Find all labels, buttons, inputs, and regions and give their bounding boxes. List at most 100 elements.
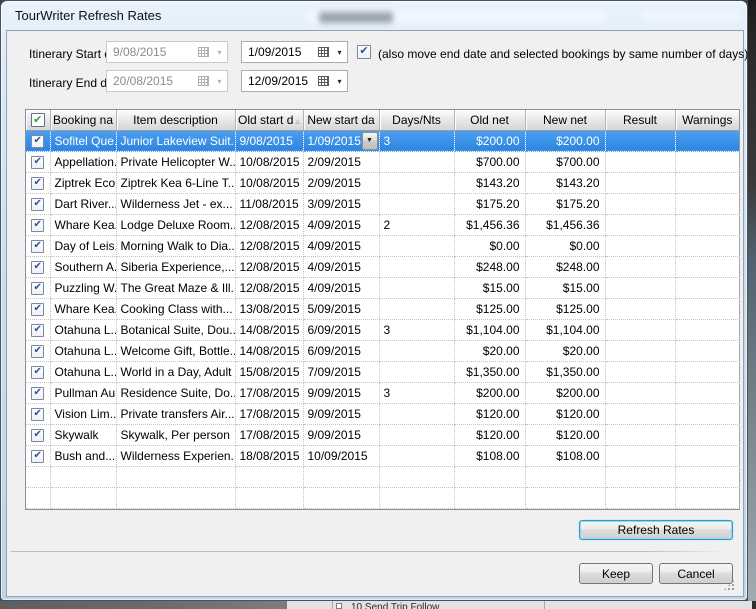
old-itinerary-end-picker: 20/08/2015 ▾ bbox=[106, 70, 228, 92]
cancel-button[interactable]: Cancel bbox=[659, 563, 733, 584]
new-start-date-cell[interactable]: 2/09/2015 bbox=[303, 172, 379, 193]
chevron-down-icon[interactable]: ▾ bbox=[332, 77, 347, 86]
row-select-cell[interactable]: ✔ bbox=[26, 298, 50, 319]
row-select-cell[interactable]: ✔ bbox=[26, 403, 50, 424]
title-bar[interactable]: TourWriter Refresh Rates bbox=[1, 1, 747, 30]
row-select-cell[interactable]: ✔ bbox=[26, 277, 50, 298]
refresh-rates-button[interactable]: Refresh Rates bbox=[579, 520, 733, 540]
row-select-cell[interactable]: ✔ bbox=[26, 340, 50, 361]
new-itinerary-start-value[interactable]: 1/09/2015 bbox=[242, 45, 315, 59]
table-row[interactable]: ✔Otahuna L...Botanical Suite, Dou...14/0… bbox=[26, 319, 739, 340]
column-header-new_net[interactable]: New net bbox=[525, 110, 605, 130]
table-row[interactable]: ✔Day of Leis...Morning Walk to Dia...12/… bbox=[26, 235, 739, 256]
table-row[interactable]: ✔Appellation...Private Helicopter W...10… bbox=[26, 151, 739, 172]
column-header-booking[interactable]: Booking na bbox=[50, 110, 116, 130]
new-start-date-cell[interactable]: 2/09/2015 bbox=[303, 151, 379, 172]
row-checkbox[interactable]: ✔ bbox=[31, 240, 44, 253]
chevron-down-icon[interactable]: ▾ bbox=[332, 48, 347, 57]
table-row[interactable]: ✔Otahuna L...World in a Day, Adult15/08/… bbox=[26, 361, 739, 382]
column-header-old_start[interactable]: Old start d▵ bbox=[235, 110, 303, 130]
row-checkbox[interactable]: ✔ bbox=[31, 282, 44, 295]
new-start-date-cell[interactable]: 5/09/2015 bbox=[303, 298, 379, 319]
new-start-date-cell[interactable]: 1/09/2015▼ bbox=[303, 130, 379, 151]
column-header-old_net[interactable]: Old net bbox=[454, 110, 525, 130]
table-row[interactable]: ✔Puzzling W...The Great Maze & Ill...12/… bbox=[26, 277, 739, 298]
column-header-new_start[interactable]: New start da bbox=[303, 110, 379, 130]
new-start-date-cell[interactable]: 6/09/2015 bbox=[303, 340, 379, 361]
warnings-cell bbox=[675, 424, 739, 445]
table-row[interactable]: ✔Bush and...Wilderness Experien...18/08/… bbox=[26, 445, 739, 466]
row-select-cell[interactable]: ✔ bbox=[26, 193, 50, 214]
row-checkbox[interactable]: ✔ bbox=[31, 261, 44, 274]
row-checkbox[interactable]: ✔ bbox=[31, 219, 44, 232]
old-start-date-cell: 14/08/2015 bbox=[235, 340, 303, 361]
column-header-days[interactable]: Days/Nts bbox=[379, 110, 454, 130]
row-checkbox[interactable]: ✔ bbox=[31, 408, 44, 421]
new-net-cell: $120.00 bbox=[525, 424, 605, 445]
column-header-result[interactable]: Result bbox=[605, 110, 675, 130]
column-header-select[interactable]: ✔ bbox=[26, 110, 50, 130]
row-select-cell[interactable]: ✔ bbox=[26, 214, 50, 235]
new-itinerary-start-picker[interactable]: 1/09/2015 ▾ bbox=[241, 41, 348, 63]
row-checkbox[interactable]: ✔ bbox=[31, 366, 44, 379]
table-row[interactable]: ✔Pullman Au...Residence Suite, Do...17/0… bbox=[26, 382, 739, 403]
calendar-icon[interactable] bbox=[315, 76, 332, 86]
new-itinerary-end-picker[interactable]: 12/09/2015 ▾ bbox=[241, 70, 348, 92]
table-row[interactable]: ✔Otahuna L...Welcome Gift, Bottle...14/0… bbox=[26, 340, 739, 361]
table-row[interactable]: ✔Sofitel Que...Junior Lakeview Suit...9/… bbox=[26, 130, 739, 151]
column-header-label: Old net bbox=[470, 113, 509, 127]
new-itinerary-end-value[interactable]: 12/09/2015 bbox=[242, 74, 315, 88]
row-checkbox[interactable]: ✔ bbox=[31, 450, 44, 463]
new-start-date-cell[interactable]: 6/09/2015 bbox=[303, 319, 379, 340]
row-select-cell[interactable]: ✔ bbox=[26, 382, 50, 403]
row-checkbox[interactable]: ✔ bbox=[31, 198, 44, 211]
row-select-cell[interactable]: ✔ bbox=[26, 151, 50, 172]
table-row[interactable]: ✔Whare Kea...Cooking Class with...13/08/… bbox=[26, 298, 739, 319]
row-select-cell[interactable]: ✔ bbox=[26, 361, 50, 382]
keep-button[interactable]: Keep bbox=[579, 563, 653, 584]
table-row[interactable]: ✔Dart River...Wilderness Jet - ex...11/0… bbox=[26, 193, 739, 214]
row-select-cell[interactable]: ✔ bbox=[26, 256, 50, 277]
table-row[interactable]: ✔Whare Kea...Lodge Deluxe Room...12/08/2… bbox=[26, 214, 739, 235]
item-description-cell: Private Helicopter W... bbox=[116, 151, 235, 172]
new-start-date-cell[interactable]: 9/09/2015 bbox=[303, 424, 379, 445]
table-header-row[interactable]: ✔Booking naItem descriptionOld start d▵N… bbox=[26, 110, 739, 130]
old-net-cell: $248.00 bbox=[454, 256, 525, 277]
table-row[interactable]: ✔Southern A...Siberia Experience,...12/0… bbox=[26, 256, 739, 277]
calendar-icon[interactable] bbox=[315, 47, 332, 57]
row-select-cell[interactable]: ✔ bbox=[26, 130, 50, 151]
new-start-date-cell[interactable]: 3/09/2015 bbox=[303, 193, 379, 214]
new-start-date-cell[interactable]: 4/09/2015 bbox=[303, 277, 379, 298]
row-select-cell[interactable]: ✔ bbox=[26, 172, 50, 193]
row-checkbox[interactable]: ✔ bbox=[31, 324, 44, 337]
new-start-date-cell[interactable]: 4/09/2015 bbox=[303, 214, 379, 235]
new-start-date-cell[interactable]: 7/09/2015 bbox=[303, 361, 379, 382]
row-select-cell[interactable]: ✔ bbox=[26, 319, 50, 340]
new-start-date-cell[interactable]: 9/09/2015 bbox=[303, 382, 379, 403]
row-checkbox[interactable]: ✔ bbox=[31, 303, 44, 316]
result-cell bbox=[605, 319, 675, 340]
new-net-cell: $0.00 bbox=[525, 235, 605, 256]
row-checkbox[interactable]: ✔ bbox=[31, 177, 44, 190]
column-header-item[interactable]: Item description bbox=[116, 110, 235, 130]
new-start-date-cell[interactable]: 4/09/2015 bbox=[303, 256, 379, 277]
select-all-checkbox[interactable]: ✔ bbox=[31, 113, 45, 127]
table-row[interactable]: ✔SkywalkSkywalk, Per person17/08/20159/0… bbox=[26, 424, 739, 445]
new-start-date-cell[interactable]: 9/09/2015 bbox=[303, 403, 379, 424]
row-checkbox[interactable]: ✔ bbox=[31, 135, 44, 148]
row-checkbox[interactable]: ✔ bbox=[31, 156, 44, 169]
table-row[interactable]: ✔Vision Lim...Private transfers Air...17… bbox=[26, 403, 739, 424]
new-net-cell: $200.00 bbox=[525, 130, 605, 151]
row-select-cell[interactable]: ✔ bbox=[26, 424, 50, 445]
row-checkbox[interactable]: ✔ bbox=[31, 387, 44, 400]
table-row[interactable]: ✔Ziptrek Eco...Ziptrek Kea 6-Line T...10… bbox=[26, 172, 739, 193]
column-header-warnings[interactable]: Warnings bbox=[675, 110, 739, 130]
move-dates-checkbox[interactable]: ✔ bbox=[357, 45, 371, 59]
row-select-cell[interactable]: ✔ bbox=[26, 235, 50, 256]
new-start-date-cell[interactable]: 10/09/2015 bbox=[303, 445, 379, 466]
new-start-date-cell[interactable]: 4/09/2015 bbox=[303, 235, 379, 256]
row-checkbox[interactable]: ✔ bbox=[31, 429, 44, 442]
row-checkbox[interactable]: ✔ bbox=[31, 345, 44, 358]
row-select-cell[interactable]: ✔ bbox=[26, 445, 50, 466]
date-dropdown-button[interactable]: ▼ bbox=[362, 132, 378, 150]
